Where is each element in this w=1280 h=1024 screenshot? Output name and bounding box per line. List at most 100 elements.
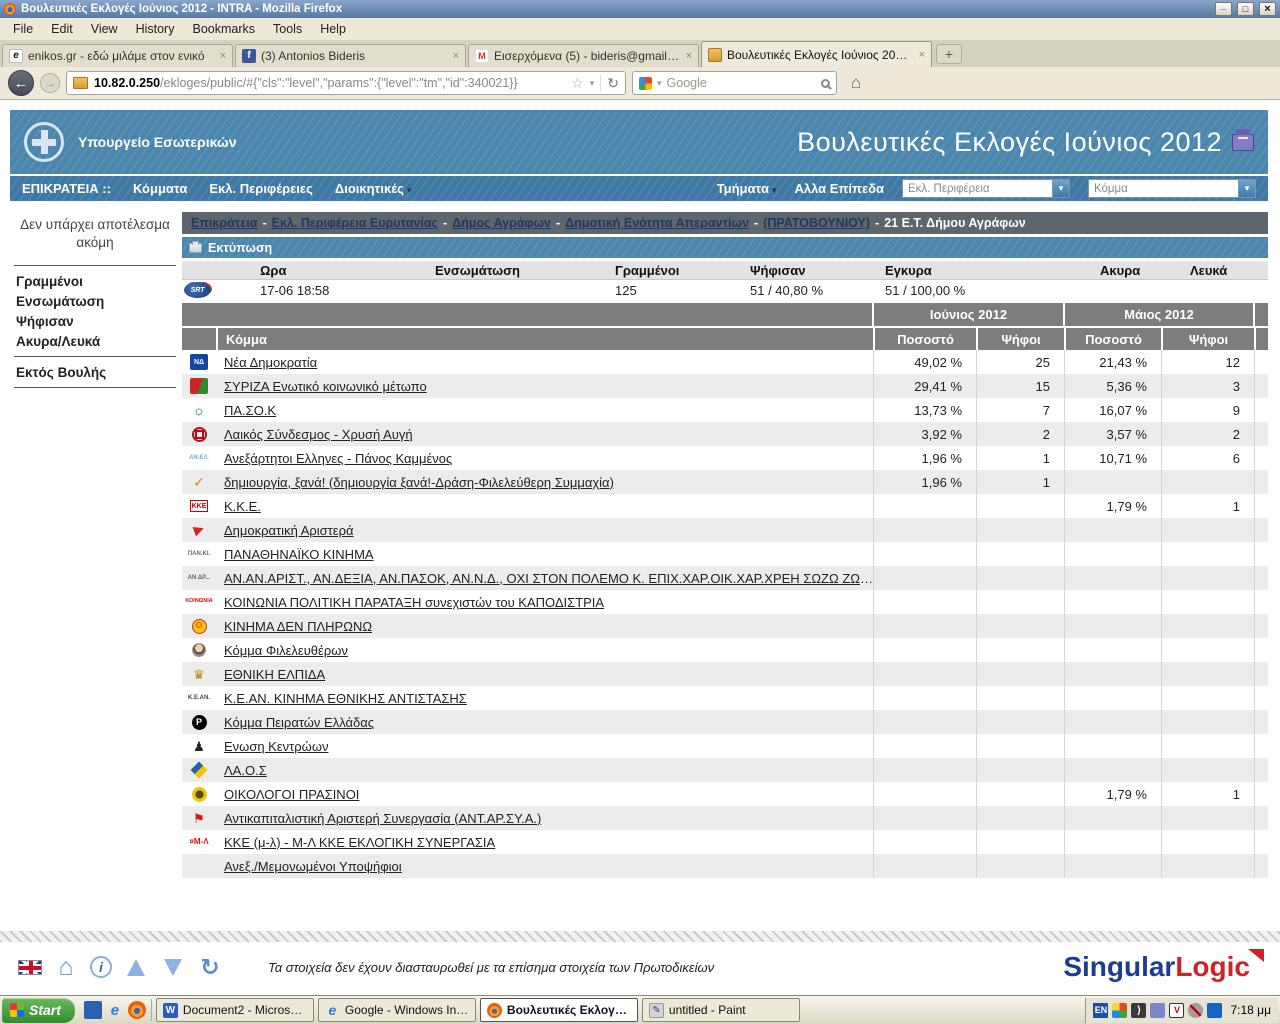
tab-close-icon[interactable]	[686, 50, 692, 62]
new-tab-button[interactable]	[936, 44, 962, 64]
dropdown-1[interactable]: Κόμμα	[1088, 179, 1256, 198]
party-link[interactable]: Κ.Ε.ΑΝ. ΚΙΝΗΜΑ ΕΘΝΙΚΗΣ ΑΝΤΙΣΤΑΣΗΣ	[224, 691, 467, 706]
party-link[interactable]: Ανεξάρτητοι Ελληνες - Πάνος Καμμένος	[224, 451, 452, 466]
minimize-button[interactable]	[1215, 2, 1232, 16]
search-bar[interactable]: Google	[632, 71, 837, 95]
browser-tab-3[interactable]: Βουλευτικές Εκλογές Ιούνιος 2012 - INTRA	[701, 41, 932, 67]
party-link[interactable]: Κόμμα Πειρατών Ελλάδας	[224, 715, 374, 730]
party-link[interactable]: Λαικός Σύνδεσμος - Χρυσή Αυγή	[224, 427, 413, 442]
quicklaunch-app-icon[interactable]	[84, 1001, 102, 1019]
party-link[interactable]: ΟΙΚΟΛΟΓΟΙ ΠΡΑΣΙΝΟΙ	[224, 787, 359, 802]
group-header-may: Μάιος 2012	[1063, 303, 1253, 326]
maximize-button[interactable]	[1237, 2, 1254, 16]
browser-tab-0[interactable]: enikos.gr - εδώ μιλάμε στον ενικό	[2, 44, 233, 67]
party-link[interactable]: ΣΥΡΙΖΑ Ενωτικό κοινωνικό μέτωπο	[224, 379, 427, 394]
tab-close-icon[interactable]	[220, 50, 226, 62]
party-name-cell: ΟΙΚΟΛΟΓΟΙ ΠΡΑΣΙΝΟΙ	[216, 787, 873, 802]
task-button-0[interactable]: Document2 - Microsoft ...	[156, 998, 314, 1022]
start-button[interactable]: Start	[2, 998, 75, 1023]
party-link[interactable]: ΚΟΙΝΩΝΙΑ ΠΟΛΙΤΙΚΗ ΠΑΡΑΤΑΞΗ συνεχιστών το…	[224, 595, 604, 610]
site-nav-right-item-0[interactable]: Τμήματα	[717, 181, 777, 196]
sidebar-link-1[interactable]: Ενσωμάτωση	[10, 291, 180, 311]
browser-tab-2[interactable]: Εισερχόμενα (5) - bideris@gmail.com - G.…	[468, 44, 699, 67]
chevron-down-icon	[1238, 180, 1255, 197]
party-link[interactable]: Ανεξ./Μεμονωμένοι Υποψήφιοι	[224, 859, 402, 874]
sidebar-link-2[interactable]: Ψήφισαν	[10, 311, 180, 331]
url-dropdown-icon[interactable]	[590, 78, 595, 89]
reload-icon[interactable]	[600, 75, 619, 92]
tab-close-icon[interactable]	[919, 49, 925, 61]
arrow-up-icon[interactable]	[127, 959, 145, 976]
network-tray-icon[interactable]	[1150, 1003, 1165, 1018]
party-link[interactable]: ΚΚΕ (μ-λ) - Μ-Λ ΚΚΕ ΕΚΛΟΓΙΚΗ ΣΥΝΕΡΓΑΣΙΑ	[224, 835, 495, 850]
task-button-1[interactable]: Google - Windows Intern...	[318, 998, 476, 1022]
quicklaunch-firefox-icon[interactable]	[128, 1001, 146, 1019]
col-header-2: Ψήφοι	[976, 328, 1064, 350]
sidebar-link2-0[interactable]: Εκτός Βουλής	[10, 362, 180, 382]
en-language-tray-icon[interactable]: EN	[1093, 1003, 1108, 1018]
task-button-2[interactable]: Βουλευτικές Εκλογές ...	[480, 998, 638, 1022]
url-bar[interactable]: 10.82.0.250/ekloges/public/#{"cls":"leve…	[66, 71, 626, 95]
menu-item-view[interactable]: View	[82, 20, 127, 38]
breadcrumb-item-2[interactable]: Δήμος Αγράφων	[452, 216, 551, 230]
site-nav-item-0[interactable]: ΕΠΙΚΡΑΤΕΙΑ ::	[22, 181, 111, 196]
search-input[interactable]: Google	[667, 76, 816, 90]
result-value	[1161, 734, 1254, 758]
messenger-tray-icon[interactable]	[1207, 1003, 1222, 1018]
party-link[interactable]: Αντικαπιταλιστική Αριστερή Συνεργασία (Α…	[224, 811, 541, 826]
print-button[interactable]: Εκτύπωση	[182, 237, 1268, 258]
search-icon[interactable]	[821, 79, 830, 88]
party-link[interactable]: Δημοκρατική Αριστερά	[224, 523, 354, 538]
site-nav-item-3[interactable]: Διοικητικές	[335, 181, 412, 196]
breadcrumb-item-1[interactable]: Εκλ. Περιφέρεια Ευρυτανίας	[272, 216, 438, 230]
volume-muted-tray-icon[interactable]	[1188, 1003, 1203, 1018]
quicklaunch-ie-icon[interactable]	[106, 1001, 124, 1019]
menu-item-history[interactable]: History	[127, 20, 184, 38]
party-link[interactable]: δημιουργία, ξανά! (δημιουργία ξανά!-Δράσ…	[224, 475, 614, 490]
party-link[interactable]: ΠΑ.ΣΟ.Κ	[224, 403, 276, 418]
forward-button[interactable]	[40, 73, 60, 93]
office-tray-icon[interactable]	[1112, 1003, 1127, 1018]
sidebar-link-3[interactable]: Ακυρα/Λευκά	[10, 331, 180, 351]
menu-item-help[interactable]: Help	[311, 20, 355, 38]
close-button[interactable]	[1259, 2, 1276, 16]
menu-item-file[interactable]: File	[4, 20, 42, 38]
tab-close-icon[interactable]	[453, 50, 459, 62]
site-nav-right-item-1[interactable]: Αλλα Επίπεδα	[794, 181, 884, 196]
party-link[interactable]: Νέα Δημοκρατία	[224, 355, 317, 370]
party-link[interactable]: ΛΑ.Ο.Σ	[224, 763, 267, 778]
party-link[interactable]: ΕΘΝΙΚΗ ΕΛΠΙΔΑ	[224, 667, 325, 682]
breadcrumb-item-4[interactable]: (ΠΡΑΤΟΒΟΥΝΙΟΥ)	[763, 216, 870, 230]
dropdown-0[interactable]: Εκλ. Περιφέρεια	[902, 179, 1070, 198]
antivirus-tray-icon[interactable]: V	[1169, 1003, 1184, 1018]
uk-flag-icon[interactable]	[18, 960, 42, 975]
task-button-3[interactable]: untitled - Paint	[642, 998, 800, 1022]
site-nav-item-1[interactable]: Κόμματα	[133, 181, 187, 196]
party-link[interactable]: ΑΝ.ΑΝ.ΑΡΙΣΤ., ΑΝ.ΔΕΞΙΑ, ΑΝ.ΠΑΣΟΚ, ΑΝ.Ν.Δ…	[224, 571, 873, 586]
arrow-down-icon[interactable]	[164, 959, 182, 976]
party-link[interactable]: Κ.Κ.Ε.	[224, 499, 261, 514]
breadcrumb-item-3[interactable]: Δημοτική Ενότητα Απεραντίων	[565, 216, 749, 230]
back-button[interactable]	[8, 70, 34, 96]
bookmark-star-icon[interactable]	[571, 75, 584, 92]
info-icon[interactable]	[90, 956, 112, 978]
footer-home-icon[interactable]	[53, 955, 79, 979]
menu-item-tools[interactable]: Tools	[264, 20, 311, 38]
party-link[interactable]: Ενωση Κεντρώων	[224, 739, 328, 754]
wireless-tray-icon[interactable]	[1131, 1003, 1146, 1018]
result-value	[976, 854, 1064, 878]
party-link[interactable]: ΠΑΝΑΘΗΝΑΪΚΟ ΚΙΝΗΜΑ	[224, 547, 374, 562]
menu-item-bookmarks[interactable]: Bookmarks	[183, 20, 264, 38]
menu-item-edit[interactable]: Edit	[42, 20, 82, 38]
home-button[interactable]	[843, 71, 869, 95]
party-icon-cell	[182, 638, 216, 662]
result-value	[1161, 518, 1254, 542]
party-link[interactable]: ΚΙΝΗΜΑ ΔΕΝ ΠΛΗΡΩΝΩ	[224, 619, 372, 634]
search-engine-dropdown-icon[interactable]	[657, 78, 662, 89]
refresh-icon[interactable]	[197, 955, 223, 979]
site-nav-item-2[interactable]: Εκλ. Περιφέρειες	[209, 181, 313, 196]
breadcrumb-item-0[interactable]: Επικράτεια	[191, 216, 257, 230]
party-link[interactable]: Κόμμα Φιλελευθέρων	[224, 643, 348, 658]
sidebar-link-0[interactable]: Γραμμένοι	[10, 271, 180, 291]
browser-tab-1[interactable]: (3) Antonios Bideris	[235, 44, 466, 67]
